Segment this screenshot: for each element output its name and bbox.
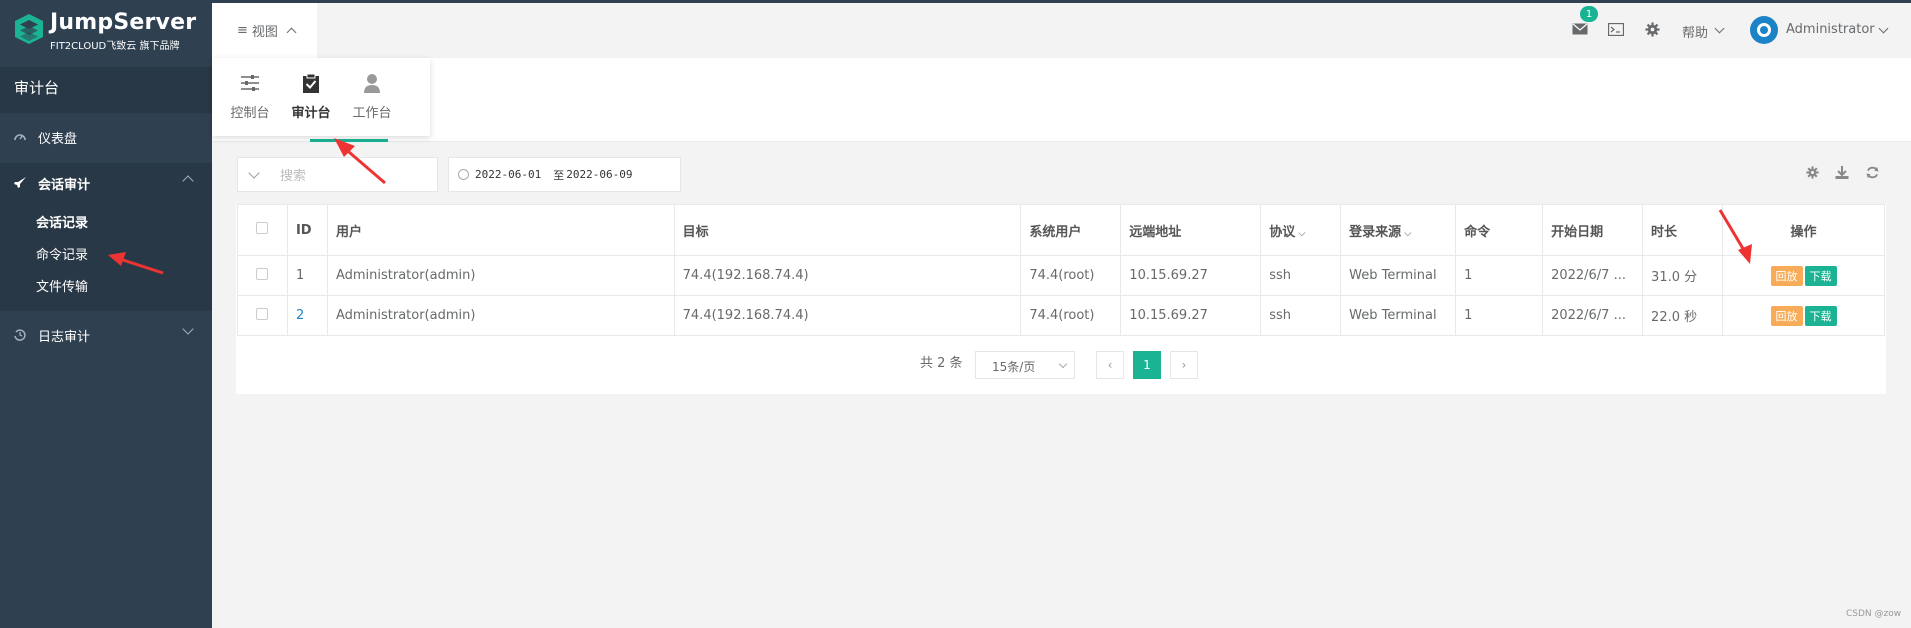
annotation-arrow-actions [1718,209,1752,264]
annotation-arrow-command-records [108,252,164,275]
annotation-arrow-view [334,138,386,185]
annotation-arrows [108,138,1752,275]
